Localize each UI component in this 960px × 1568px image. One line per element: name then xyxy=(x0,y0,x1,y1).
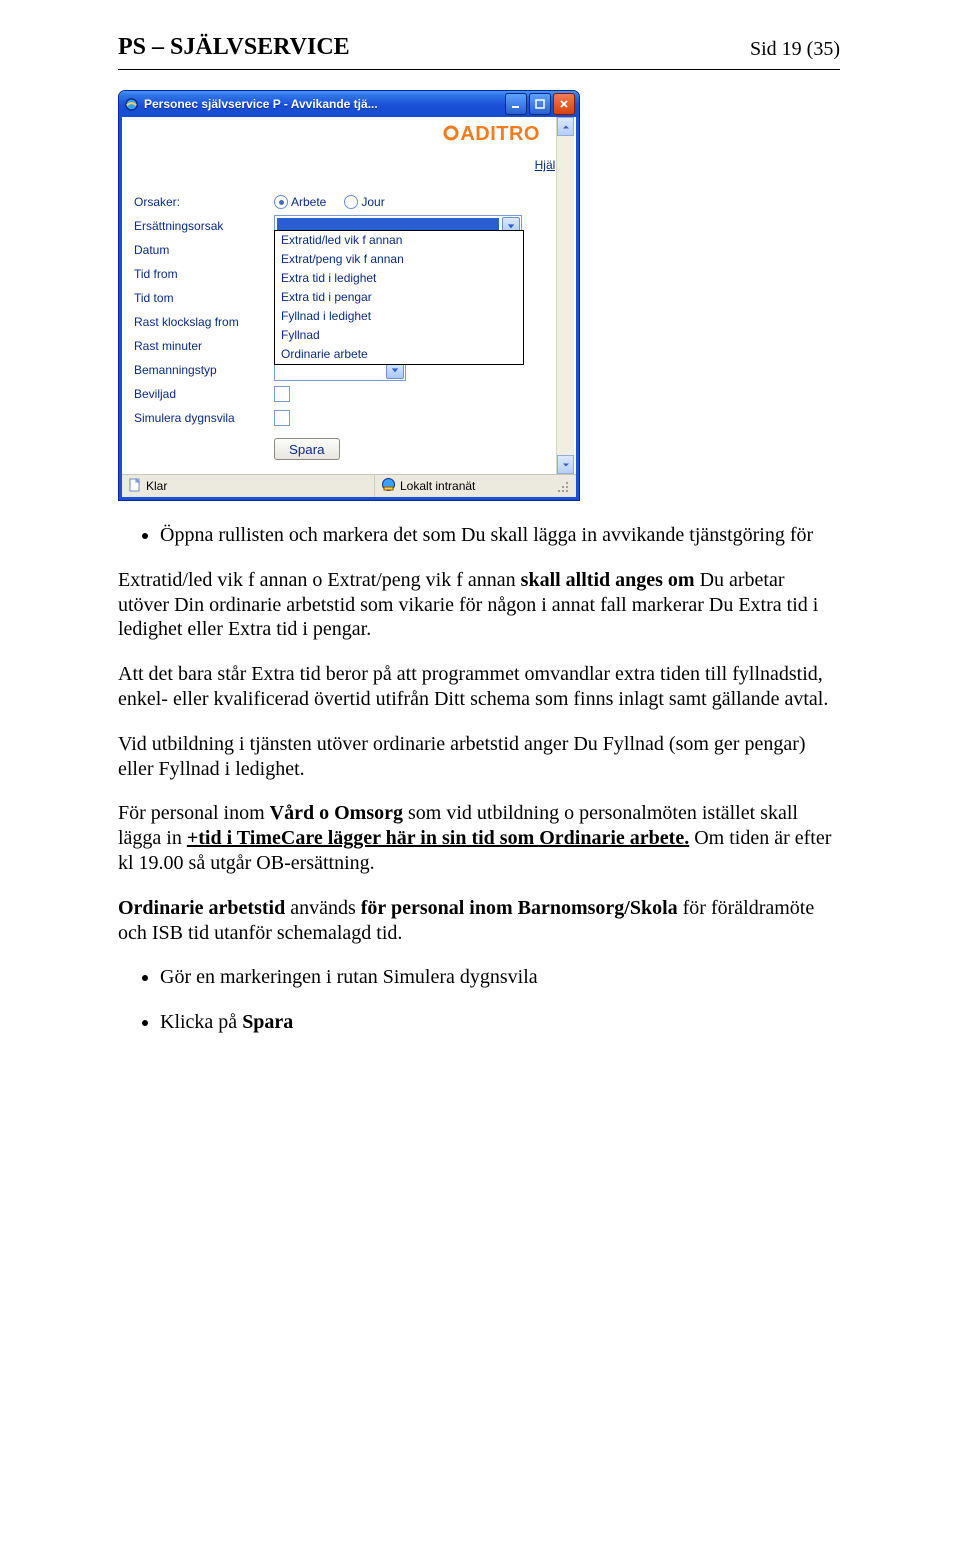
tid-from-label: Tid from xyxy=(134,267,274,281)
rast-klockslag-from-label: Rast klockslag from xyxy=(134,315,274,329)
dropdown-option[interactable]: Extratid/led vik f annan xyxy=(275,231,523,250)
orsaker-jour-radio[interactable] xyxy=(344,195,358,209)
orsaker-arbete-label: Arbete xyxy=(291,195,326,209)
ie-icon xyxy=(124,97,139,112)
beviljad-label: Beviljad xyxy=(134,387,274,401)
paragraph: Att det bara står Extra tid beror på att… xyxy=(118,662,840,712)
rast-minuter-label: Rast minuter xyxy=(134,339,274,353)
dropdown-option[interactable]: Fyllnad i ledighet xyxy=(275,307,523,326)
ersattningsorsak-label: Ersättningsorsak xyxy=(134,219,274,233)
brand-logo: ADITRO xyxy=(442,123,540,148)
datum-label: Datum xyxy=(134,243,274,257)
dropdown-option[interactable]: Fyllnad xyxy=(275,326,523,345)
dropdown-option[interactable]: Extrat/peng vik f annan xyxy=(275,250,523,269)
dialog-form: Orsaker: Arbete Jour Ersättningsorsak xyxy=(128,184,570,474)
header-rule xyxy=(118,69,840,70)
simulera-checkbox[interactable] xyxy=(274,410,290,426)
resize-grip-icon[interactable] xyxy=(555,479,570,494)
orsaker-arbete-radio[interactable] xyxy=(274,195,288,209)
beviljad-checkbox[interactable] xyxy=(274,386,290,402)
doc-title: PS – SJÄLVSERVICE xyxy=(118,34,350,61)
dropdown-option[interactable]: Ordinarie arbete xyxy=(275,345,523,364)
window-minimize-button[interactable] xyxy=(505,93,527,115)
page-number: Sid 19 (35) xyxy=(750,38,840,61)
intranet-icon xyxy=(381,477,396,495)
dialog-window: Personec självservice P - Avvikande tjä.… xyxy=(118,90,580,501)
ersattningsorsak-dropdown: Extratid/led vik f annan Extrat/peng vik… xyxy=(274,230,524,365)
bullet-item: Gör en markeringen i rutan Simulera dygn… xyxy=(160,965,840,990)
bemanningstyp-label: Bemanningstyp xyxy=(134,363,274,377)
dropdown-option[interactable]: Extra tid i pengar xyxy=(275,288,523,307)
ie-page-icon xyxy=(128,478,142,495)
paragraph: Vid utbildning i tjänsten utöver ordinar… xyxy=(118,732,840,782)
bullet-item: Klicka på Spara xyxy=(160,1010,840,1035)
scroll-up-button[interactable] xyxy=(557,117,574,136)
paragraph: För personal inom Vård o Omsorg som vid … xyxy=(118,801,840,875)
orsaker-row: Orsaker: Arbete Jour xyxy=(134,190,568,214)
status-zone-text: Lokalt intranät xyxy=(400,479,475,493)
orsaker-label: Orsaker: xyxy=(134,195,274,209)
status-ready-text: Klar xyxy=(146,479,167,493)
dialog-titlebar[interactable]: Personec självservice P - Avvikande tjä.… xyxy=(119,91,579,117)
simulera-label: Simulera dygnsvila xyxy=(134,411,274,425)
dialog-title-text: Personec självservice P - Avvikande tjä.… xyxy=(144,97,503,111)
window-close-button[interactable] xyxy=(553,93,575,115)
paragraph: Extratid/led vik f annan o Extrat/peng v… xyxy=(118,568,840,642)
document-body: Öppna rullisten och markera det som Du s… xyxy=(118,523,840,1035)
spara-button[interactable]: Spara xyxy=(274,438,340,460)
orsaker-jour-label: Jour xyxy=(361,195,384,209)
tid-tom-label: Tid tom xyxy=(134,291,274,305)
window-maximize-button[interactable] xyxy=(529,93,551,115)
dropdown-option[interactable]: Extra tid i ledighet xyxy=(275,269,523,288)
bullet-item: Öppna rullisten och markera det som Du s… xyxy=(160,523,840,548)
paragraph: Ordinarie arbetstid används för personal… xyxy=(118,896,840,946)
dialog-statusbar: Klar Lokalt intranät xyxy=(122,474,576,497)
